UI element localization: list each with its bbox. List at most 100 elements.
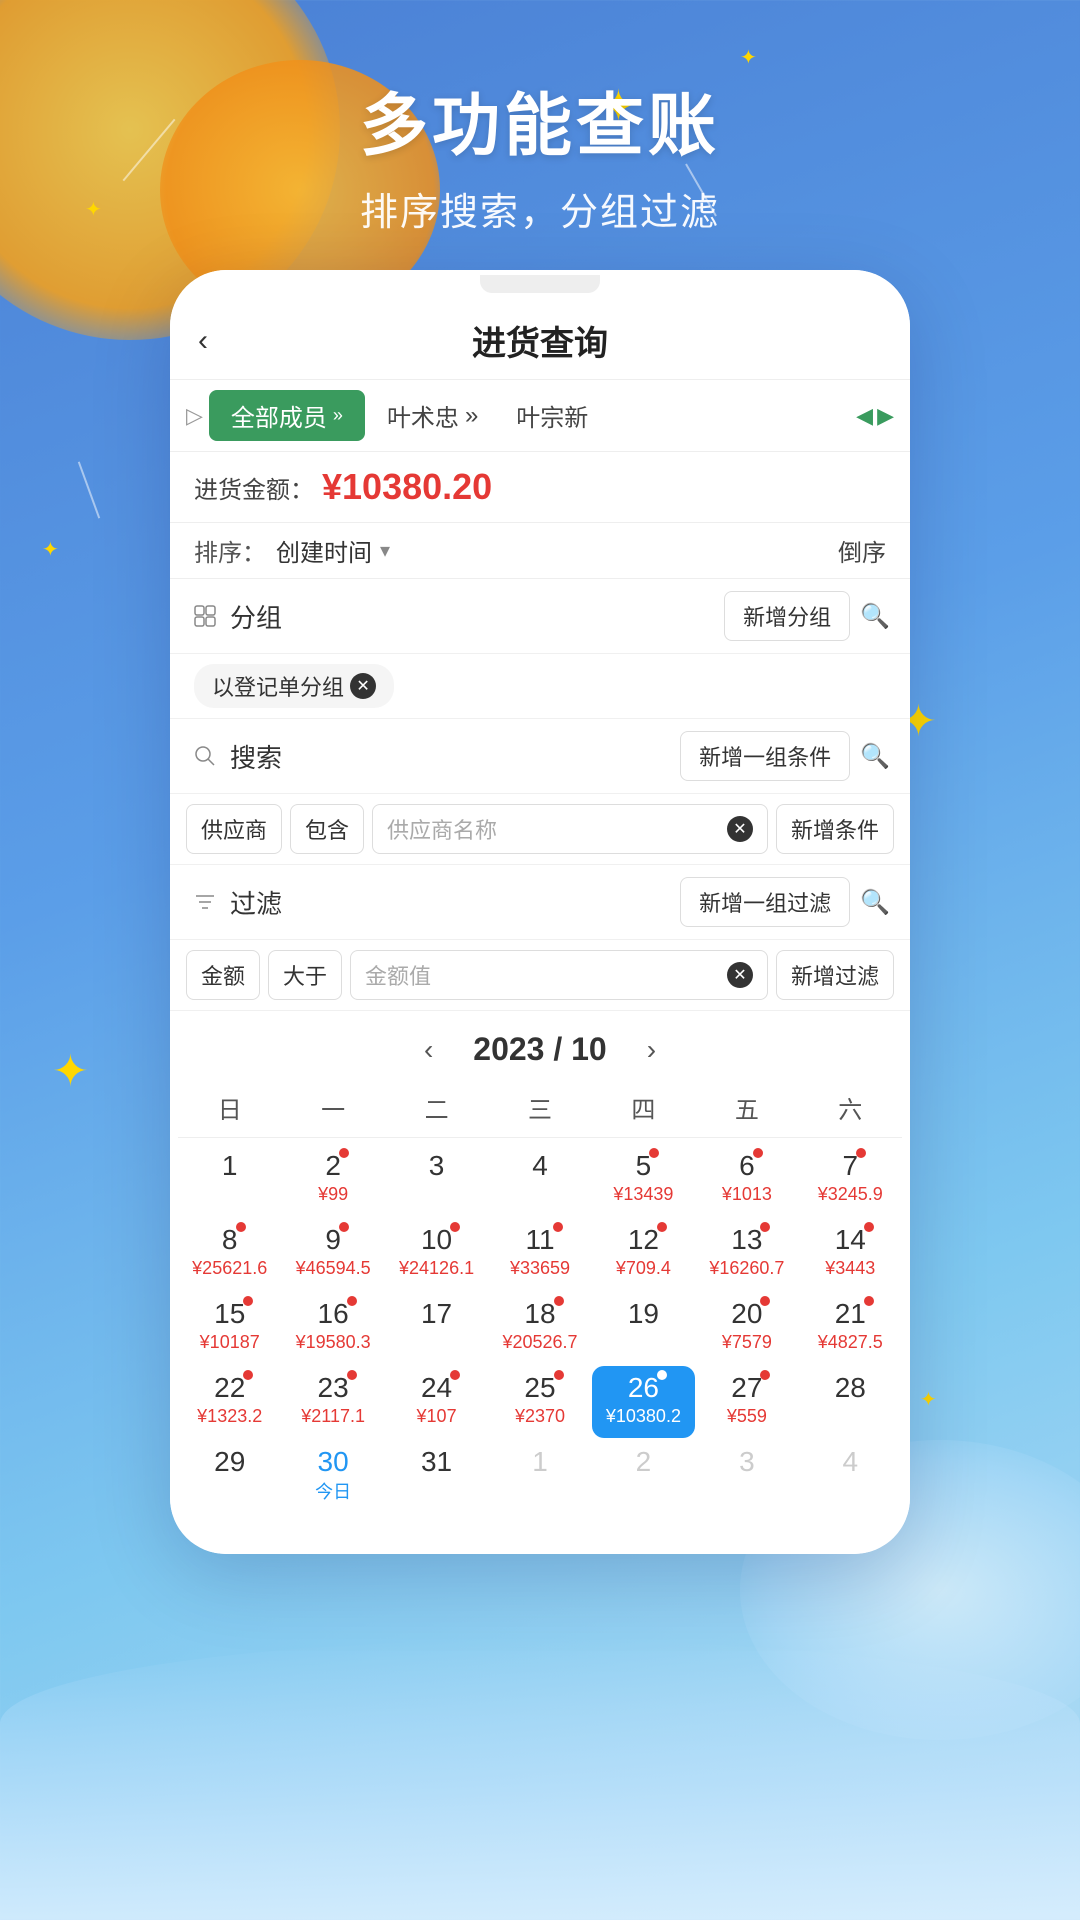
next-month-btn[interactable]: ›: [647, 1034, 656, 1066]
amount-value: ¥10380.20: [322, 466, 492, 508]
weekday-mon: 一: [281, 1084, 384, 1131]
cal-day-23[interactable]: 23¥2117.1: [281, 1366, 384, 1438]
sort-dropdown-icon[interactable]: ▾: [380, 538, 390, 563]
cal-day-22[interactable]: 22¥1323.2: [178, 1366, 281, 1438]
amount-label: 进货金额：: [194, 470, 314, 505]
calendar-week-1: 1 2¥99 3 4 5¥13439 6¥1013 7¥3245.9: [178, 1144, 902, 1216]
filter-icon: [190, 887, 220, 917]
double-arrow-icon: »: [465, 402, 478, 430]
cal-day-4[interactable]: 4: [488, 1144, 591, 1216]
amount-row: 进货金额： ¥10380.20: [170, 452, 910, 523]
weekday-wed: 三: [488, 1084, 591, 1131]
member-tabs: ▷ 全部成员 » 叶术忠 » 叶宗新 ◀ ▶: [170, 380, 910, 452]
tab-all-members[interactable]: 全部成员 »: [209, 390, 365, 441]
cal-day-18[interactable]: 18¥20526.7: [488, 1292, 591, 1364]
clear-supplier-btn[interactable]: ✕: [727, 816, 753, 842]
search-filter-row: 供应商 包含 供应商名称 ✕ 新增条件: [170, 794, 910, 865]
cal-day-15[interactable]: 15¥10187: [178, 1292, 281, 1364]
cal-day-24[interactable]: 24¥107: [385, 1366, 488, 1438]
star-icon: ✦: [52, 1050, 89, 1094]
cal-day-21[interactable]: 21¥4827.5: [799, 1292, 902, 1364]
group-label: 分组: [230, 598, 714, 635]
cal-day-5[interactable]: 5¥13439: [592, 1144, 695, 1216]
cal-day-19[interactable]: 19: [592, 1292, 695, 1364]
filter-label: 过滤: [230, 884, 670, 921]
cal-day-10[interactable]: 10¥24126.1: [385, 1218, 488, 1290]
calendar-week-2: 8¥25621.6 9¥46594.5 10¥24126.1 11¥33659 …: [178, 1218, 902, 1290]
cal-day-13[interactable]: 13¥16260.7: [695, 1218, 798, 1290]
line-decoration: [78, 461, 100, 518]
add-filter-btn[interactable]: 新增过滤: [776, 950, 894, 1000]
phone-mockup: ‹ 进货查询 ▷ 全部成员 » 叶术忠 » 叶宗新 ◀ ▶ 进: [170, 270, 910, 1554]
cal-day-6[interactable]: 6¥1013: [695, 1144, 798, 1216]
cal-day-2[interactable]: 2¥99: [281, 1144, 384, 1216]
calendar-month-label: 2023 / 10: [473, 1031, 606, 1068]
cal-day-31[interactable]: 31: [385, 1440, 488, 1512]
cal-day-26[interactable]: 26¥10380.2: [592, 1366, 695, 1438]
tab-left-arrow[interactable]: ▷: [186, 403, 203, 429]
star-icon: ✦: [740, 48, 757, 68]
weekday-sun: 日: [178, 1084, 281, 1131]
cal-day-1[interactable]: 1: [178, 1144, 281, 1216]
cal-day-20[interactable]: 20¥7579: [695, 1292, 798, 1364]
cal-day-25[interactable]: 25¥2370: [488, 1366, 591, 1438]
add-filter-group-btn[interactable]: 新增一组过滤: [680, 877, 850, 927]
cal-day-next-4[interactable]: 4: [799, 1440, 902, 1512]
group-icon: [190, 601, 220, 631]
condition-select[interactable]: 大于: [268, 950, 342, 1000]
phone-notch: [480, 275, 600, 293]
sort-row: 排序： 创建时间 ▾ 倒序: [170, 523, 910, 579]
star-icon: ✦: [42, 540, 59, 560]
tab-member1[interactable]: 叶术忠 »: [371, 390, 494, 441]
cal-day-30[interactable]: 30 今日: [281, 1440, 384, 1512]
group-tag-row: 以登记单分组 ✕: [170, 654, 910, 719]
supplier-input[interactable]: 供应商名称 ✕: [372, 804, 768, 854]
tab-member2[interactable]: 叶宗新: [500, 390, 604, 441]
cal-day-27[interactable]: 27¥559: [695, 1366, 798, 1438]
cal-day-7[interactable]: 7¥3245.9: [799, 1144, 902, 1216]
double-arrow-icon: »: [333, 405, 343, 426]
prev-month-btn[interactable]: ‹: [424, 1034, 433, 1066]
cal-day-11[interactable]: 11¥33659: [488, 1218, 591, 1290]
phone-top-bar: [170, 270, 910, 298]
add-search-group-btn[interactable]: 新增一组条件: [680, 731, 850, 781]
search-label: 搜索: [230, 738, 670, 775]
cal-day-12[interactable]: 12¥709.4: [592, 1218, 695, 1290]
group-tag: 以登记单分组 ✕: [194, 664, 394, 708]
contain-select[interactable]: 包含: [290, 804, 364, 854]
cal-day-28[interactable]: 28: [799, 1366, 902, 1438]
amount-value-input[interactable]: 金额值 ✕: [350, 950, 768, 1000]
add-group-btn[interactable]: 新增分组: [724, 591, 850, 641]
remove-tag-btn[interactable]: ✕: [350, 673, 376, 699]
filter-search-icon[interactable]: 🔍: [860, 888, 890, 917]
amount-field-select[interactable]: 金额: [186, 950, 260, 1000]
cal-day-17[interactable]: 17: [385, 1292, 488, 1364]
search-section-icon: [190, 741, 220, 771]
sort-order[interactable]: 倒序: [838, 533, 886, 568]
cal-day-8[interactable]: 8¥25621.6: [178, 1218, 281, 1290]
supplier-type-select[interactable]: 供应商: [186, 804, 282, 854]
group-search-icon[interactable]: 🔍: [860, 602, 890, 631]
clear-amount-btn[interactable]: ✕: [727, 962, 753, 988]
search-icon[interactable]: 🔍: [860, 742, 890, 771]
cal-day-14[interactable]: 14¥3443: [799, 1218, 902, 1290]
cal-day-16[interactable]: 16¥19580.3: [281, 1292, 384, 1364]
search-section-row: 搜索 新增一组条件 🔍: [170, 719, 910, 794]
prev-member-btn[interactable]: ◀: [856, 403, 873, 429]
add-condition-btn[interactable]: 新增条件: [776, 804, 894, 854]
weekday-fri: 五: [695, 1084, 798, 1131]
calendar-grid: 日 一 二 三 四 五 六 1 2¥99 3 4 5¥13439 6¥1013 …: [170, 1078, 910, 1524]
cal-day-29[interactable]: 29: [178, 1440, 281, 1512]
header-section: 多功能查账 排序搜索，分组过滤: [0, 70, 1080, 236]
cal-day-3[interactable]: 3: [385, 1144, 488, 1216]
page-subtitle: 排序搜索，分组过滤: [0, 181, 1080, 236]
cal-day-next-1[interactable]: 1: [488, 1440, 591, 1512]
screen-title: 进货查询: [234, 316, 846, 365]
cal-day-next-2[interactable]: 2: [592, 1440, 695, 1512]
back-button[interactable]: ‹: [198, 324, 234, 358]
cal-day-9[interactable]: 9¥46594.5: [281, 1218, 384, 1290]
app-content: ‹ 进货查询 ▷ 全部成员 » 叶术忠 » 叶宗新 ◀ ▶ 进: [170, 298, 910, 1554]
cal-day-next-3[interactable]: 3: [695, 1440, 798, 1512]
weekday-tue: 二: [385, 1084, 488, 1131]
next-member-btn[interactable]: ▶: [877, 403, 894, 429]
